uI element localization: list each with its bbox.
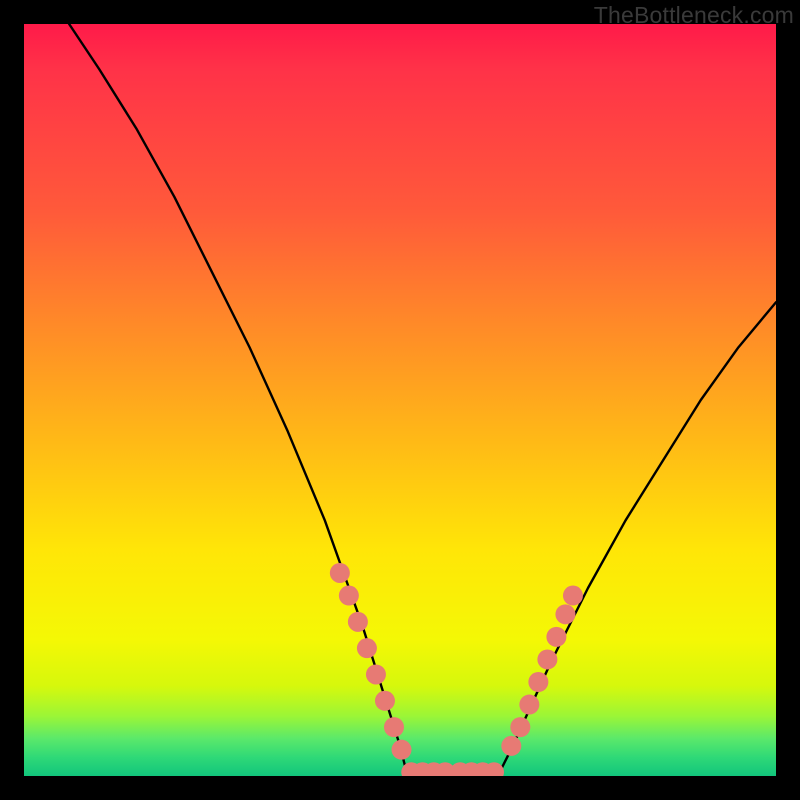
curve-line-layer: [69, 24, 776, 776]
data-dot: [510, 717, 530, 737]
data-dot: [563, 586, 583, 606]
data-dot: [339, 586, 359, 606]
data-dot: [392, 740, 412, 760]
data-dot: [528, 672, 548, 692]
chart-svg: [24, 24, 776, 776]
data-dot: [546, 627, 566, 647]
data-dot: [555, 604, 575, 624]
bottleneck-curve-path: [69, 24, 776, 776]
data-dot: [366, 664, 386, 684]
data-dot: [537, 649, 557, 669]
data-dot: [375, 691, 395, 711]
chart-container: TheBottleneck.com: [0, 0, 800, 800]
data-dot: [348, 612, 368, 632]
data-dot: [330, 563, 350, 583]
plot-area: [24, 24, 776, 776]
data-dot: [501, 736, 521, 756]
data-dot: [384, 717, 404, 737]
data-dot: [357, 638, 377, 658]
dots-layer: [330, 563, 583, 776]
data-dot: [519, 695, 539, 715]
